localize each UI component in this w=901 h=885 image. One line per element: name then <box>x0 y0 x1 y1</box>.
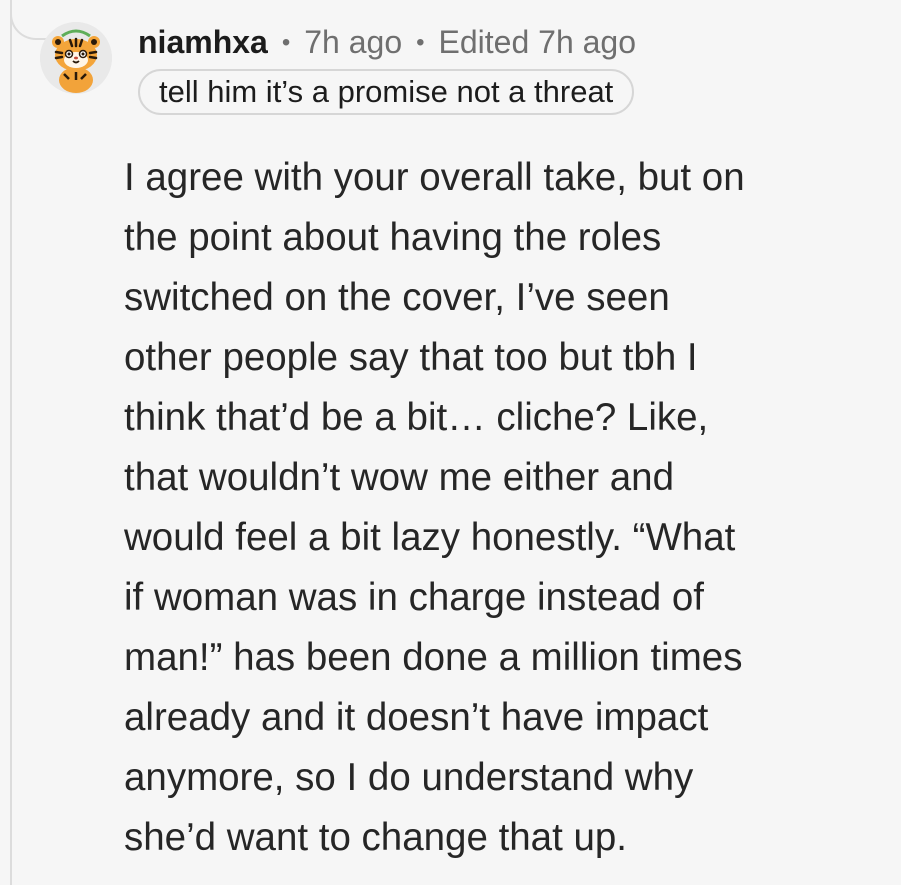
thread-line[interactable] <box>10 0 12 885</box>
separator-dot: • <box>416 29 425 56</box>
comment-text-line: that wouldn’t wow me either and <box>124 456 674 499</box>
comment-text-line: think that’d be a bit… cliche? Like, <box>124 396 709 439</box>
comment-text-line: she’d want to change that up. <box>124 816 628 859</box>
separator-dot: • <box>281 29 291 56</box>
edited-label: Edited 7h ago <box>438 24 637 60</box>
comment-text-line: already and it doesn’t have impact <box>124 696 709 739</box>
username[interactable]: niamhxa <box>138 20 268 64</box>
comment-body: I agree with your overall take, but on t… <box>124 148 864 868</box>
comment-text-line: the point about having the roles <box>124 216 662 259</box>
comment-header: niamhxa • 7h ago • Edited 7h ago <box>138 20 636 68</box>
comment-text-line: other people say that too but tbh I <box>124 336 698 379</box>
tiger-snoo-avatar-icon <box>40 22 112 94</box>
comment-text-line: anymore, so I do understand why <box>124 756 694 799</box>
timestamp: 7h ago <box>304 24 403 60</box>
user-flair: tell him it’s a promise not a threat <box>138 69 635 115</box>
comment-text-line: switched on the cover, I’ve seen <box>124 276 670 319</box>
avatar[interactable] <box>40 22 112 94</box>
comment-text-line: I agree with your overall take, but on <box>124 156 745 199</box>
thread-connector <box>10 0 50 40</box>
comment-text-line: if woman was in charge instead of <box>124 576 704 619</box>
comment-text-line: man!” has been done a million times <box>124 636 743 679</box>
comment-text-line: would feel a bit lazy honestly. “What <box>124 516 736 559</box>
